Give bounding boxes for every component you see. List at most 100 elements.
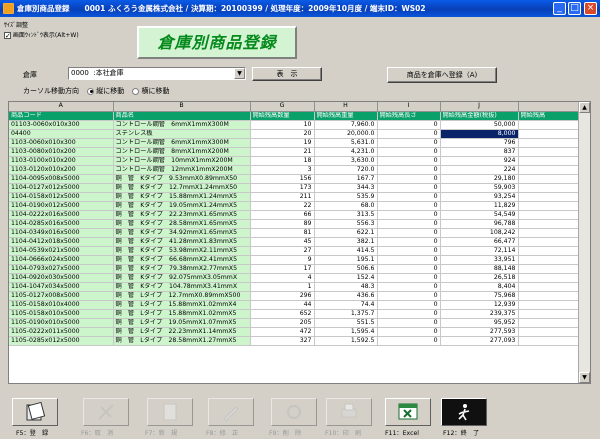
value-cell[interactable]: 3: [250, 165, 315, 175]
value-cell[interactable]: 8,404: [440, 282, 519, 292]
value-cell[interactable]: [518, 246, 579, 256]
product-name-cell[interactable]: 銅 管 Lタイプ 22.23mmX1.14mmX5: [113, 327, 251, 337]
value-cell[interactable]: [518, 255, 579, 265]
value-cell[interactable]: 75,968: [440, 291, 519, 301]
value-cell[interactable]: 205: [250, 318, 315, 328]
product-name-cell[interactable]: 銅 管 Lタイプ 28.58mmX1.27mmX5: [113, 336, 251, 346]
table-row[interactable]: 1103-0120x010x200 コントロール鋼管 12mmX1mmX200M 3…: [9, 165, 579, 175]
table-row[interactable]: 01103-0060x010x300 コントロール鋼管 6mmX1mmX300M 1…: [9, 120, 579, 130]
value-cell[interactable]: 0: [377, 228, 441, 238]
column-letter[interactable]: B: [113, 102, 251, 112]
value-cell[interactable]: 72,114: [440, 246, 519, 256]
value-cell[interactable]: 277,593: [440, 327, 519, 337]
product-name-cell[interactable]: 銅 管 Kタイプ 79.38mmX2.77mmX5: [113, 264, 251, 274]
radio-horizontal[interactable]: [132, 87, 140, 95]
column-letter[interactable]: G: [250, 102, 315, 112]
product-name-cell[interactable]: 銅 管 Kタイプ 41.28mmX1.83mmX5: [113, 237, 251, 247]
value-cell[interactable]: 652: [250, 309, 315, 319]
table-row[interactable]: 1103-0060x010x300 コントロール鋼管 6mmX1mmX300M 19…: [9, 138, 579, 148]
table-row[interactable]: 1104-0920x030x5000 銅 管 Kタイプ 92.075mmX3.05…: [9, 273, 579, 283]
value-cell[interactable]: 0: [377, 237, 441, 247]
table-row[interactable]: 1105-0222x011x5000 銅 管 Lタイプ 22.23mmX1.14m…: [9, 327, 579, 337]
table-row[interactable]: 1104-0127x012x5000 銅 管 Kタイプ 12.7mmX1.24mm…: [9, 183, 579, 193]
value-cell[interactable]: [518, 264, 579, 274]
value-cell[interactable]: [518, 228, 579, 238]
table-row[interactable]: 1105-0190x010x5000 銅 管 Lタイプ 19.05mmX1.07m…: [9, 318, 579, 328]
value-cell[interactable]: 88,148: [440, 264, 519, 274]
product-code-cell[interactable]: 04400: [9, 129, 114, 139]
product-name-cell[interactable]: 銅 管 Lタイプ 12.7mmX0.89mmX500: [113, 291, 251, 301]
column-letter[interactable]: A: [9, 102, 114, 112]
value-cell[interactable]: 414.5: [314, 246, 378, 256]
value-cell[interactable]: 0: [377, 174, 441, 184]
value-cell[interactable]: 296: [250, 291, 315, 301]
value-cell[interactable]: 0: [377, 138, 441, 148]
column-letter[interactable]: H: [314, 102, 378, 112]
value-cell[interactable]: 622.1: [314, 228, 378, 238]
product-code-cell[interactable]: 1104-0285x016x5000: [9, 219, 114, 229]
value-cell[interactable]: 313.5: [314, 210, 378, 220]
value-cell[interactable]: 1,595.4: [314, 327, 378, 337]
value-cell[interactable]: 10: [250, 120, 315, 130]
value-cell[interactable]: 0: [377, 273, 441, 283]
product-code-cell[interactable]: 1104-1047x034x5000: [9, 282, 114, 292]
value-cell[interactable]: [518, 273, 579, 283]
table-row[interactable]: 1104-0349x016x5000 銅 管 Kタイプ 34.92mmX1.65m…: [9, 228, 579, 238]
value-cell[interactable]: [518, 201, 579, 211]
value-cell[interactable]: [518, 210, 579, 220]
product-code-cell[interactable]: 1104-0095x008x5000: [9, 174, 114, 184]
value-cell[interactable]: 0: [377, 246, 441, 256]
value-cell[interactable]: 66,477: [440, 237, 519, 247]
value-cell[interactable]: 556.3: [314, 219, 378, 229]
value-cell[interactable]: 0: [377, 129, 441, 139]
table-row[interactable]: 1104-0222x016x5000 銅 管 Kタイプ 22.23mmX1.65m…: [9, 210, 579, 220]
product-code-cell[interactable]: 1104-0190x012x5000: [9, 201, 114, 211]
product-code-cell[interactable]: 1105-0190x010x5000: [9, 318, 114, 328]
value-cell[interactable]: 195.1: [314, 255, 378, 265]
value-cell[interactable]: [518, 300, 579, 310]
product-code-cell[interactable]: 1104-0222x016x5000: [9, 210, 114, 220]
value-cell[interactable]: 0: [377, 300, 441, 310]
value-cell[interactable]: 0: [377, 291, 441, 301]
minimize-button[interactable]: _: [553, 2, 566, 15]
value-cell[interactable]: 382.1: [314, 237, 378, 247]
value-cell[interactable]: [518, 129, 579, 139]
value-cell[interactable]: 44: [250, 300, 315, 310]
product-name-cell[interactable]: 銅 管 Kタイプ 22.23mmX1.65mmX5: [113, 210, 251, 220]
value-cell[interactable]: 0: [377, 282, 441, 292]
value-cell[interactable]: [518, 237, 579, 247]
product-code-cell[interactable]: 1103-0100x010x200: [9, 156, 114, 166]
value-cell[interactable]: 3,630.0: [314, 156, 378, 166]
column-letter[interactable]: [518, 102, 579, 112]
maximize-button[interactable]: □: [568, 2, 581, 15]
product-name-cell[interactable]: 銅 管 Kタイプ 104.78mmX3.41mmX: [113, 282, 251, 292]
table-row[interactable]: 1104-0095x008x5000 銅 管 Kタイプ 9.53mmX0.89mm…: [9, 174, 579, 184]
value-cell[interactable]: 108,242: [440, 228, 519, 238]
value-cell[interactable]: 96,788: [440, 219, 519, 229]
product-name-cell[interactable]: 銅 管 Kタイプ 15.88mmX1.24mmX5: [113, 192, 251, 202]
value-cell[interactable]: [518, 318, 579, 328]
product-code-cell[interactable]: 1104-0666x024x5000: [9, 255, 114, 265]
value-cell[interactable]: 54,549: [440, 210, 519, 220]
value-cell[interactable]: 26,518: [440, 273, 519, 283]
product-name-cell[interactable]: コントロール鋼管 8mmX1mmX200M: [113, 147, 251, 157]
window-mode-checkbox[interactable]: ✓: [4, 32, 11, 40]
value-cell[interactable]: 22: [250, 201, 315, 211]
product-code-cell[interactable]: 1103-0080x010x200: [9, 147, 114, 157]
value-cell[interactable]: 9: [250, 255, 315, 265]
value-cell[interactable]: 0: [377, 327, 441, 337]
close-button[interactable]: ×: [584, 2, 597, 15]
register-to-warehouse-button[interactable]: 商品を倉庫へ登録（A): [387, 67, 497, 83]
vertical-scrollbar[interactable]: ▲ ▼: [578, 102, 590, 383]
value-cell[interactable]: 1: [250, 282, 315, 292]
value-cell[interactable]: 12,939: [440, 300, 519, 310]
product-code-cell[interactable]: 1104-0793x027x5000: [9, 264, 114, 274]
scroll-up-icon[interactable]: ▲: [579, 102, 590, 113]
table-row[interactable]: 1103-0100x010x200 コントロール鋼管 10mmX1mmX200M 1…: [9, 156, 579, 166]
value-cell[interactable]: 551.5: [314, 318, 378, 328]
product-name-cell[interactable]: 銅 管 Kタイプ 19.05mmX1.24mmX5: [113, 201, 251, 211]
table-row[interactable]: 1105-0285x012x5000 銅 管 Lタイプ 28.58mmX1.27m…: [9, 336, 579, 346]
table-row[interactable]: 1105-0158x010x4000 銅 管 Lタイプ 15.88mmX1.02m…: [9, 300, 579, 310]
warehouse-select[interactable]: 0000 :本社倉庫 ▼: [68, 67, 246, 80]
value-cell[interactable]: 27: [250, 246, 315, 256]
